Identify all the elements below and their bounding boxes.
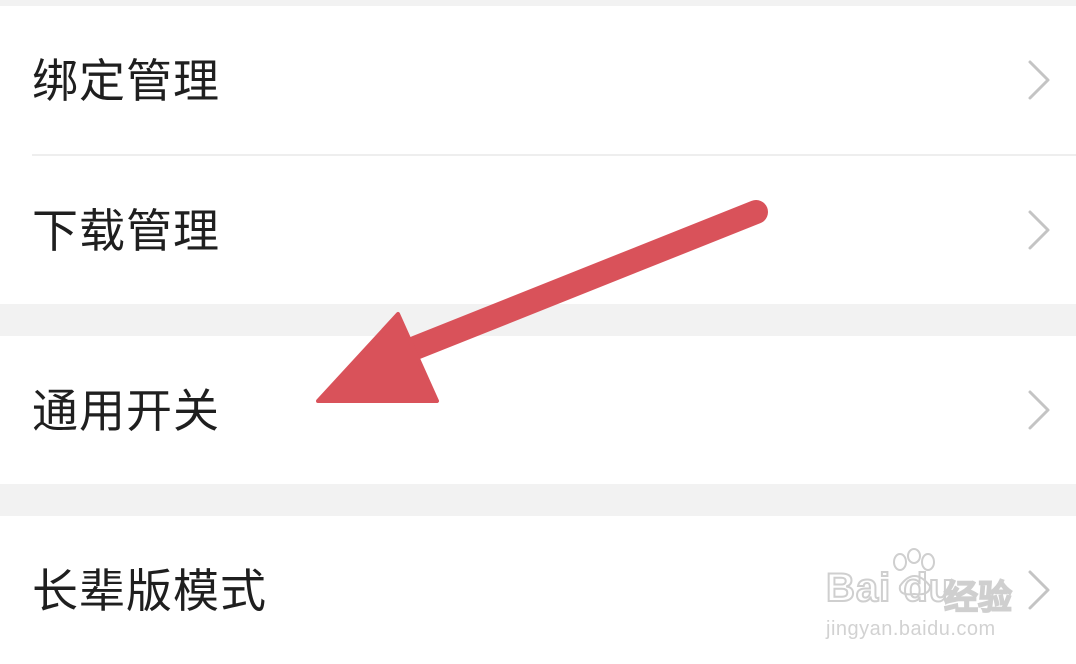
menu-item-label: 通用开关 bbox=[32, 384, 220, 438]
baidu-jingyan-watermark: Bai du 经验 jingyan.baidu.com bbox=[825, 548, 1026, 648]
watermark-product: 经验 bbox=[943, 577, 1013, 619]
menu-item-binding-management[interactable]: 绑定管理 bbox=[0, 6, 1076, 154]
menu-item-label: 下载管理 bbox=[32, 204, 220, 258]
watermark-url: jingyan.baidu.com bbox=[826, 618, 996, 640]
chevron-right-icon bbox=[1028, 570, 1050, 610]
menu-item-general-switches[interactable]: 通用开关 bbox=[0, 336, 1076, 484]
section-gap bbox=[0, 304, 1076, 336]
chevron-right-icon bbox=[1028, 60, 1050, 100]
menu-item-label: 长辈版模式 bbox=[32, 564, 267, 618]
menu-item-label: 绑定管理 bbox=[32, 54, 220, 108]
chevron-right-icon bbox=[1028, 390, 1050, 430]
section-gap bbox=[0, 484, 1076, 516]
settings-screen: 绑定管理 下载管理 通用开关 长辈版模式 Bai du 经验 jingyan.b… bbox=[0, 0, 1076, 664]
menu-item-download-management[interactable]: 下载管理 bbox=[0, 156, 1076, 304]
paw-icon bbox=[893, 548, 935, 596]
chevron-right-icon bbox=[1028, 210, 1050, 250]
